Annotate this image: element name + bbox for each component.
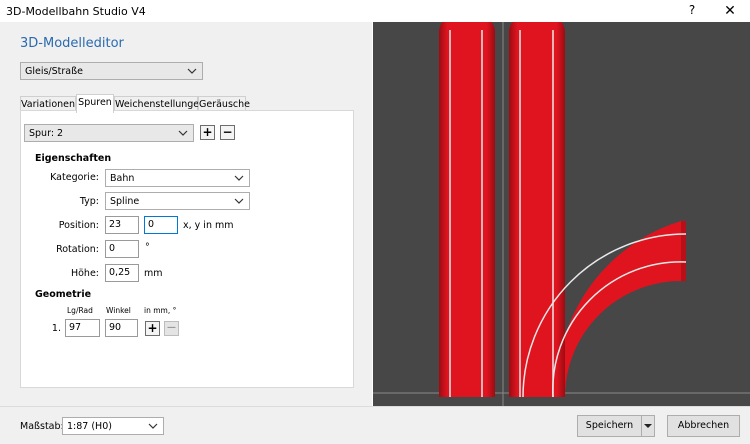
save-options-button[interactable] — [641, 415, 655, 437]
close-icon[interactable]: ✕ — [720, 2, 740, 20]
caret-down-icon — [644, 424, 652, 428]
window-title: 3D-Modellbahn Studio V4 — [6, 5, 146, 18]
kategorie-value: Bahn — [110, 172, 135, 184]
straight-track — [439, 22, 495, 397]
typ-select[interactable]: Spline — [105, 192, 250, 210]
object-type-select[interactable]: Gleis/Straße — [20, 62, 203, 80]
status-bar: Maßstab: 1:87 (H0) Speichern Abbrechen — [0, 406, 750, 444]
editor-title: 3D-Modelleditor — [20, 36, 124, 51]
remove-geometry-button[interactable]: — — [164, 321, 179, 336]
chevron-down-icon — [234, 175, 244, 181]
scale-label: Maßstab: — [20, 421, 64, 432]
scale-value: 1:87 (H0) — [67, 420, 112, 432]
editor-panel: 3D-Modelleditor Gleis/Straße Variationen… — [0, 22, 372, 406]
chevron-down-icon — [178, 130, 188, 136]
kategorie-label: Kategorie: — [50, 172, 99, 183]
properties-heading: Eigenschaften — [35, 153, 112, 164]
hoehe-unit: mm — [144, 268, 163, 279]
track-preview — [373, 22, 750, 406]
typ-value: Spline — [110, 195, 140, 207]
remove-track-button[interactable]: − — [220, 125, 235, 140]
rotation-label: Rotation: — [56, 244, 99, 255]
curved-track — [509, 22, 687, 398]
chevron-down-icon — [234, 198, 244, 204]
tab-spuren[interactable]: Spuren — [76, 94, 114, 113]
add-track-button[interactable]: + — [200, 125, 215, 140]
position-label: Position: — [58, 220, 99, 231]
spuren-panel: Spur: 2 + − Eigenschaften Kategorie: Bah… — [20, 110, 354, 388]
position-x-input[interactable]: 23 — [105, 216, 139, 234]
kategorie-select[interactable]: Bahn — [105, 169, 250, 187]
position-unit: x, y in mm — [183, 220, 234, 231]
geometry-col-length: Lg/Rad — [67, 306, 93, 315]
geometry-row-index: 1. — [51, 323, 61, 334]
help-icon[interactable]: ? — [684, 3, 700, 19]
cancel-button[interactable]: Abbrechen — [667, 415, 740, 437]
position-y-input[interactable]: 0 — [144, 216, 178, 234]
save-button[interactable]: Speichern — [577, 415, 642, 437]
geometry-angle-input[interactable]: 90 — [105, 319, 138, 337]
geometry-col-unit: in mm, ° — [144, 306, 177, 315]
add-geometry-button[interactable]: + — [145, 321, 160, 336]
rotation-unit: ° — [145, 242, 150, 253]
3d-viewport[interactable] — [373, 22, 750, 406]
track-select[interactable]: Spur: 2 — [24, 124, 194, 142]
scale-select[interactable]: 1:87 (H0) — [62, 417, 164, 435]
track-select-value: Spur: 2 — [29, 127, 64, 139]
hoehe-input[interactable]: 0,25 — [105, 264, 139, 282]
title-bar: 3D-Modellbahn Studio V4 ? ✕ — [0, 0, 750, 22]
geometry-heading: Geometrie — [35, 289, 92, 300]
chevron-down-icon — [187, 68, 197, 74]
geometry-length-input[interactable]: 97 — [65, 319, 100, 337]
chevron-down-icon — [148, 423, 158, 429]
object-type-value: Gleis/Straße — [25, 65, 83, 77]
typ-label: Typ: — [79, 196, 99, 207]
rotation-input[interactable]: 0 — [105, 240, 139, 258]
geometry-col-angle: Winkel — [106, 306, 131, 315]
hoehe-label: Höhe: — [70, 268, 99, 279]
